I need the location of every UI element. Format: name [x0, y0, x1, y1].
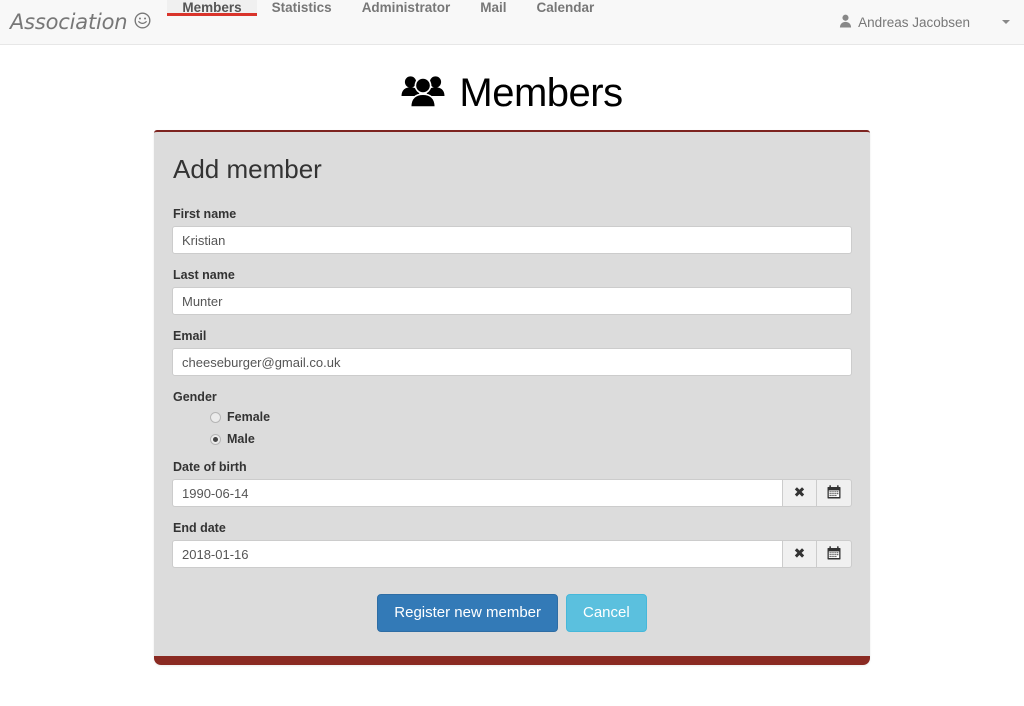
label-date-of-birth: Date of birth	[173, 460, 247, 474]
label-first-name: First name	[173, 207, 237, 221]
brand-label: Association	[10, 10, 128, 34]
date-of-birth-clear-button[interactable]: ✖	[782, 479, 817, 507]
tab-members[interactable]: Members	[167, 0, 257, 16]
smiley-face-icon	[134, 10, 151, 34]
tab-calendar[interactable]: Calendar	[521, 0, 609, 15]
radio-option-female[interactable]: Female	[210, 410, 852, 424]
cancel-button[interactable]: Cancel	[566, 594, 647, 632]
end-date-clear-button[interactable]: ✖	[782, 540, 817, 568]
radio-option-male[interactable]: Male	[210, 432, 852, 446]
label-last-name: Last name	[173, 268, 235, 282]
date-of-birth-calendar-button[interactable]	[817, 479, 852, 507]
nav-item: Calendar	[521, 0, 609, 44]
nav-item: Administrator	[347, 0, 466, 44]
date-of-birth-input[interactable]	[172, 479, 782, 507]
field-group-end-date: End date ✖	[172, 521, 852, 568]
brand-logo[interactable]: Association	[0, 0, 167, 44]
add-member-panel: Add member First name Last name Email Ge…	[154, 130, 870, 665]
page-title: Members	[459, 71, 623, 115]
tab-statistics[interactable]: Statistics	[257, 0, 347, 15]
field-group-date-of-birth: Date of birth ✖	[172, 460, 852, 507]
navbar-right: Andreas Jacobsen	[829, 0, 1024, 44]
tab-administrator[interactable]: Administrator	[347, 0, 466, 15]
label-email: Email	[173, 329, 207, 343]
field-group-email: Email	[172, 329, 852, 376]
field-group-first-name: First name	[172, 207, 852, 254]
page-header: Members	[0, 45, 1024, 130]
close-x-icon: ✖	[793, 546, 806, 562]
gender-radio-group: Female Male	[172, 410, 852, 446]
date-of-birth-input-group: ✖	[172, 479, 852, 507]
chevron-down-icon[interactable]	[1002, 20, 1010, 24]
radio-female-icon[interactable]	[210, 411, 221, 423]
first-name-input[interactable]	[172, 226, 852, 254]
end-date-input-group: ✖	[172, 540, 852, 568]
user-name: Andreas Jacobsen	[858, 14, 970, 30]
radio-male-icon[interactable]	[210, 433, 221, 445]
radio-female-label: Female	[227, 410, 271, 424]
calendar-icon	[827, 484, 841, 502]
field-group-last-name: Last name	[172, 268, 852, 315]
top-navbar: Association Members Statistics Administr…	[0, 0, 1024, 45]
nav-item: Mail	[465, 0, 521, 44]
calendar-icon	[827, 545, 841, 563]
primary-nav: Members Statistics Administrator Mail Ca…	[167, 0, 609, 44]
end-date-calendar-button[interactable]	[817, 540, 852, 568]
tab-mail[interactable]: Mail	[465, 0, 521, 15]
register-new-member-button[interactable]: Register new member	[377, 594, 558, 632]
panel-container: Add member First name Last name Email Ge…	[0, 130, 1024, 665]
radio-male-label: Male	[227, 432, 255, 446]
user-icon	[839, 14, 852, 31]
user-menu[interactable]: Andreas Jacobsen	[829, 0, 980, 44]
form-actions: Register new member Cancel	[172, 594, 852, 632]
last-name-input[interactable]	[172, 287, 852, 315]
end-date-input[interactable]	[172, 540, 782, 568]
panel-title: Add member	[173, 154, 322, 184]
nav-item: Members	[167, 0, 257, 44]
users-group-icon	[401, 74, 445, 113]
email-input[interactable]	[172, 348, 852, 376]
field-group-gender: Gender Female Male	[172, 390, 852, 446]
label-end-date: End date	[173, 521, 226, 535]
label-gender: Gender	[173, 390, 217, 404]
close-x-icon: ✖	[793, 485, 806, 501]
nav-item: Statistics	[257, 0, 347, 44]
